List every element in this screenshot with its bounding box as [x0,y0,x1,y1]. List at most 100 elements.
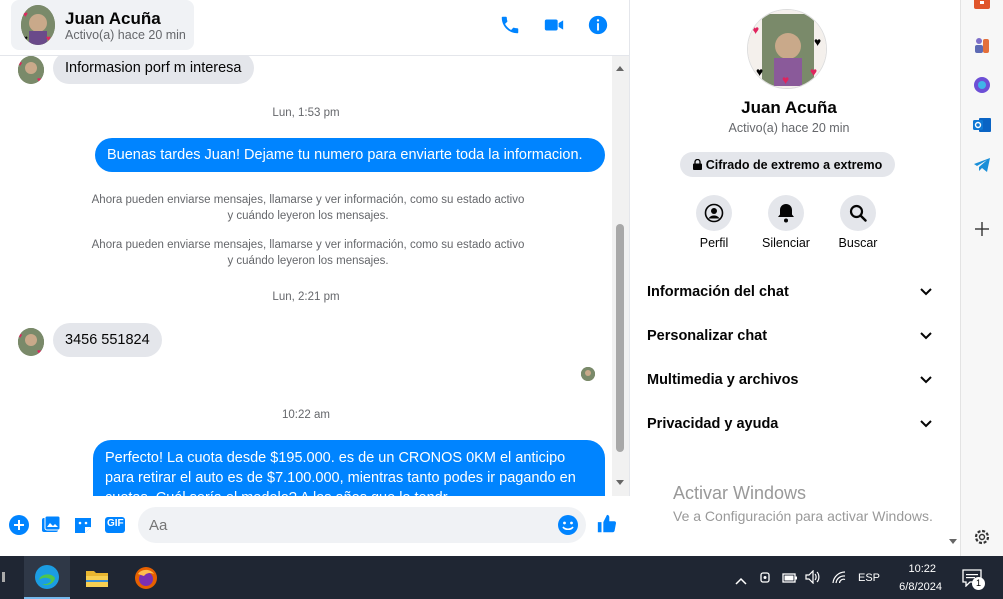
contact-name: Juan Acuña [65,9,161,28]
scroll-up-arrow[interactable] [616,66,624,71]
gif-icon[interactable]: GIF [104,514,126,536]
sticker-icon[interactable] [72,514,94,536]
emoji-icon[interactable] [557,514,579,536]
photo-icon[interactable] [40,514,62,536]
svg-text:♥: ♥ [37,349,41,356]
games-icon[interactable] [973,36,991,54]
outlook-icon[interactable] [973,116,991,134]
notification-count-badge: 1 [972,577,985,590]
profile-icon [704,203,724,223]
section-label: Personalizar chat [647,328,768,344]
section-media-files[interactable]: Multimedia y archivos [647,362,932,398]
mute-button[interactable] [768,195,804,231]
chat-info-sidebar: ♥ ♥ ♥ ♥ ♥ Juan Acuña Activo(a) hace 20 min C… [631,0,947,556]
svg-text:♥: ♥ [46,34,51,43]
encryption-badge[interactable]: Cifrado de extremo a extremo [680,152,895,177]
section-label: Multimedia y archivos [647,372,799,388]
contact-status: Activo(a) hace 20 min [65,28,186,42]
scroll-thumb[interactable] [616,224,624,452]
profile-button[interactable] [696,195,732,231]
section-label: Información del chat [647,284,789,300]
more-actions-icon[interactable] [8,514,30,536]
sidebar-contact-status: Activo(a) hace 20 min [728,121,850,135]
timestamp: 10:22 am [282,409,330,421]
svg-text:♥: ♥ [756,65,763,79]
timestamp: Lun, 1:53 pm [272,107,340,119]
mute-label: Silenciar [762,236,810,250]
activation-watermark-subtitle: Ve a Configuración para activar Windows. [673,508,933,524]
outgoing-message: Perfecto! La cuota desde $195.000. es de… [93,440,605,496]
message-scrollbar[interactable] [612,56,629,496]
volume-icon[interactable] [805,569,821,589]
section-chat-info[interactable]: Información del chat [647,274,932,310]
video-call-icon[interactable] [541,12,567,38]
read-receipt-avatar [581,367,595,381]
language-indicator[interactable]: ESP [858,572,880,584]
chevron-down-icon [920,372,932,388]
page-scroll-down-arrow[interactable] [949,539,957,544]
sender-avatar: ♥ ♥ [18,328,44,356]
svg-text:♥: ♥ [814,35,821,49]
svg-text:♥: ♥ [18,61,22,68]
profile-label: Perfil [699,236,729,250]
battery-icon[interactable] [782,571,798,589]
firefox-icon[interactable] [123,556,169,599]
encryption-label: Cifrado de extremo a extremo [705,157,883,172]
svg-text:♥: ♥ [23,34,28,43]
call-icon[interactable] [497,12,523,38]
incoming-message: Informasion porf m interesa [53,56,254,84]
svg-text:♥: ♥ [752,23,759,37]
search-label: Buscar [838,236,878,250]
outgoing-message: Buenas tardes Juan! Dejame tu numero par… [95,138,605,172]
chevron-down-icon [920,284,932,300]
activation-watermark-title: Activar Windows [673,483,807,503]
network-icon[interactable] [832,571,846,589]
gif-label: GIF [107,518,124,529]
search-icon [849,204,867,222]
message-input[interactable] [138,507,586,543]
svg-text:♥: ♥ [782,73,789,87]
search-button[interactable] [840,195,876,231]
page-scrollbar[interactable] [947,0,960,556]
info-icon[interactable] [585,12,611,38]
sidebar-contact-name: Juan Acuña [741,98,837,117]
svg-text:♥: ♥ [23,10,28,19]
copilot-icon[interactable] [973,76,991,94]
outgoing-message-text: Buenas tardes Juan! Dejame tu numero par… [107,147,583,163]
telegram-icon[interactable] [973,156,991,174]
browser-sidebar [960,0,1003,556]
incoming-message: 3456 551824 [53,323,162,357]
start-edge-marker[interactable] [2,572,5,582]
contact-avatar: ♥ ♥ ♥ [21,5,55,45]
contact-header-button[interactable]: ♥ ♥ ♥ Juan Acuña Activo(a) hace 20 min [11,0,194,50]
section-label: Privacidad y ayuda [647,416,779,432]
file-explorer-icon[interactable] [74,556,120,599]
section-privacy-help[interactable]: Privacidad y ayuda [647,406,932,442]
chat-header: ♥ ♥ ♥ Juan Acuña Activo(a) hace 20 min [0,0,630,56]
tray-chevron-up-icon[interactable] [735,572,747,590]
svg-text:♥: ♥ [37,77,41,84]
svg-text:♥: ♥ [18,333,22,340]
sender-avatar: ♥ ♥ [18,56,44,84]
clock-time[interactable]: 10:22 [900,563,936,575]
add-app-icon[interactable] [974,221,990,237]
chat-panel: ♥ ♥ ♥ Juan Acuña Activo(a) hace 20 min ♥ ♥ … [0,0,630,556]
edge-browser-icon[interactable] [24,556,70,599]
meet-now-icon[interactable] [759,570,773,589]
clock-date[interactable]: 6/8/2024 [884,581,942,593]
bell-icon [778,204,794,223]
notifications-icon[interactable]: 1 [962,569,985,592]
shopping-icon[interactable] [973,0,991,10]
message-list: ♥ ♥ Informasion porf m interesa Lun, 1:53… [0,56,612,496]
chevron-down-icon [920,328,932,344]
windows-taskbar: ESP 10:22 6/8/2024 1 [0,556,1003,599]
timestamp: Lun, 2:21 pm [272,291,340,303]
outgoing-message-text: Perfecto! La cuota desde $195.000. es de… [105,450,576,496]
section-customize-chat[interactable]: Personalizar chat [647,318,932,354]
svg-text:♥: ♥ [810,65,817,79]
settings-gear-icon[interactable] [973,528,991,546]
lock-icon [692,159,702,170]
scroll-down-arrow[interactable] [616,480,624,485]
profile-avatar[interactable]: ♥ ♥ ♥ ♥ ♥ [747,9,827,89]
like-icon[interactable] [596,513,618,535]
